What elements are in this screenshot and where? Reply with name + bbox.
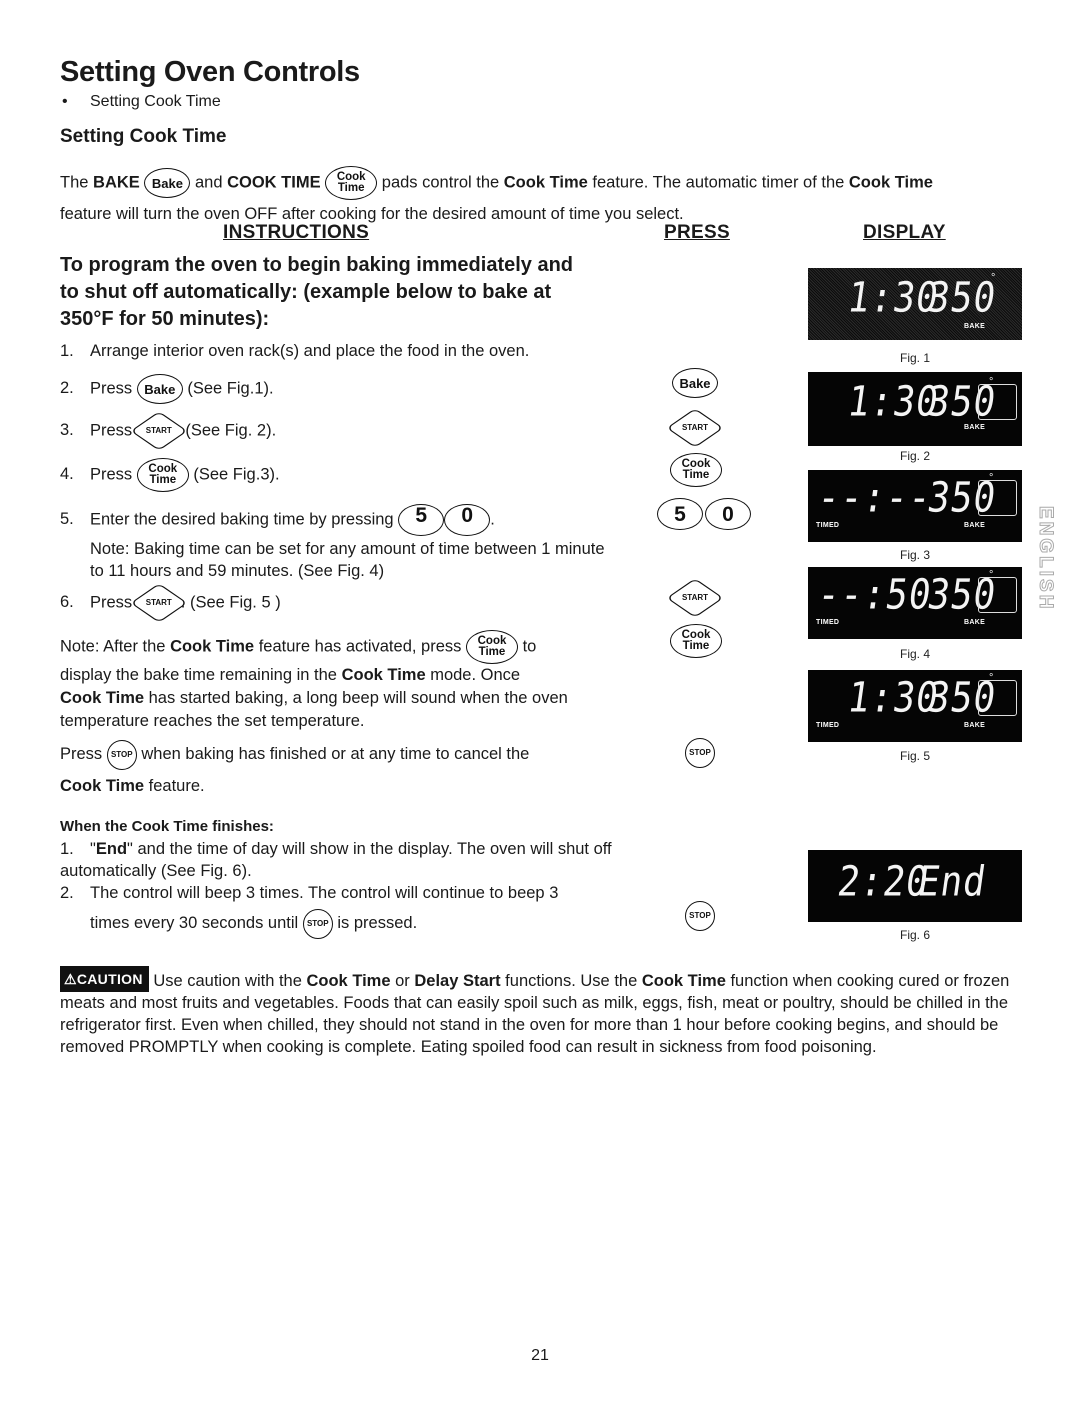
- section-heading: Setting Cook Time: [60, 126, 227, 147]
- column-header-display: DISPLAY: [863, 222, 946, 243]
- finish-heading: When the Cook Time finishes:: [60, 818, 274, 835]
- step-4: 4. Press Cook Time (See Fig.3).: [60, 458, 280, 492]
- finish-list: 1. "End" and the time of day will show in…: [60, 838, 620, 942]
- press-stop-pad-icon-2: STOP: [685, 901, 715, 931]
- column-header-instructions: INSTRUCTIONS: [223, 222, 370, 243]
- step-1: 1. Arrange interior oven rack(s) and plac…: [60, 342, 530, 360]
- press-number-5-pad-icon: 5: [657, 498, 703, 530]
- press-cook-time-pad-icon-2: Cook Time: [670, 624, 722, 658]
- display-fig-6: 2:20 End: [808, 850, 1022, 922]
- press-start-pad-icon-2: START: [673, 583, 717, 613]
- warning-triangle-icon: ⚠: [64, 971, 77, 987]
- column-header-press: PRESS: [664, 222, 730, 243]
- display-indicator-box: [978, 480, 1017, 516]
- number-0-pad-icon: 0: [444, 504, 491, 536]
- display-fig-5: 1:30 350 ° TIMED BAKE: [808, 670, 1022, 742]
- number-5-pad-icon: 5: [398, 504, 445, 536]
- cook-time-pad-icon: Cook Time: [136, 458, 189, 492]
- display-fig-4: --:50 350 ° TIMED BAKE: [808, 567, 1022, 639]
- caution-paragraph: ⚠CAUTION Use caution with the Cook Time …: [60, 966, 1035, 1058]
- step-2: 2. Press Bake (See Fig.1).: [60, 374, 274, 404]
- display-fig-1: 1:30 350 ° BAKE: [808, 268, 1022, 340]
- fig-6-caption: Fig. 6: [899, 928, 930, 942]
- language-side-tab: ENGLISH: [1035, 506, 1057, 612]
- step-5-note: Note: Baking time can be set for any amo…: [90, 540, 605, 580]
- step-3: 3. Press START (See Fig. 2).: [60, 416, 276, 446]
- bake-pad-icon: Bake: [144, 168, 191, 198]
- toc-item: Setting Cook Time: [90, 93, 221, 110]
- intro-paragraph: The BAKE Bake and COOK TIME Cook Time pad…: [60, 166, 1020, 229]
- stop-pad-icon: STOP: [302, 908, 333, 939]
- press-stop-pad-icon: STOP: [685, 738, 715, 768]
- fig-1-caption: Fig. 1: [899, 351, 930, 365]
- finish-item-1: 1. "End" and the time of day will show in…: [60, 840, 612, 880]
- program-title: To program the oven to begin baking imme…: [60, 254, 574, 330]
- cook-time-pad-icon: Cook Time: [465, 630, 518, 664]
- display-indicator-box: [978, 680, 1017, 716]
- press-cook-time-pad-icon: Cook Time: [670, 453, 722, 487]
- caution-badge: ⚠CAUTION: [60, 966, 149, 992]
- note-after-activation: Note: After the Cook Time feature has ac…: [60, 630, 600, 733]
- toc-bullet: • Setting Cook Time: [62, 93, 221, 110]
- press-bake-pad-icon: Bake: [672, 368, 718, 398]
- display-indicator-box: [978, 577, 1017, 613]
- press-start-pad-icon: START: [673, 413, 717, 443]
- start-pad-icon: START: [136, 416, 181, 446]
- start-pad-icon: START: [136, 588, 181, 618]
- stop-paragraph: Press STOP when baking has finished or a…: [60, 738, 600, 802]
- finish-item-2: 2. The control will beep 3 times. The con…: [60, 882, 620, 942]
- page-number: 21: [531, 1347, 549, 1364]
- cook-time-pad-icon: Cook Time: [325, 166, 378, 200]
- step-5: 5. Enter the desired baking time by press…: [60, 504, 495, 536]
- stop-pad-icon: STOP: [106, 739, 137, 770]
- fig-2-caption: Fig. 2: [899, 449, 930, 463]
- fig-3-caption: Fig. 3: [899, 548, 930, 562]
- press-number-0-pad-icon: 0: [705, 498, 751, 530]
- display-indicator-box: [978, 384, 1017, 420]
- step-6: 6. Press START. (See Fig. 5 ): [60, 588, 281, 618]
- fig-4-caption: Fig. 4: [899, 647, 930, 661]
- bake-pad-icon: Bake: [136, 374, 183, 404]
- fig-5-caption: Fig. 5: [899, 749, 930, 763]
- display-fig-3: --:-- 350 ° TIMED BAKE: [808, 470, 1022, 542]
- page-title: Setting Oven Controls: [60, 56, 360, 88]
- display-fig-2: 1:30 350 ° BAKE: [808, 372, 1022, 446]
